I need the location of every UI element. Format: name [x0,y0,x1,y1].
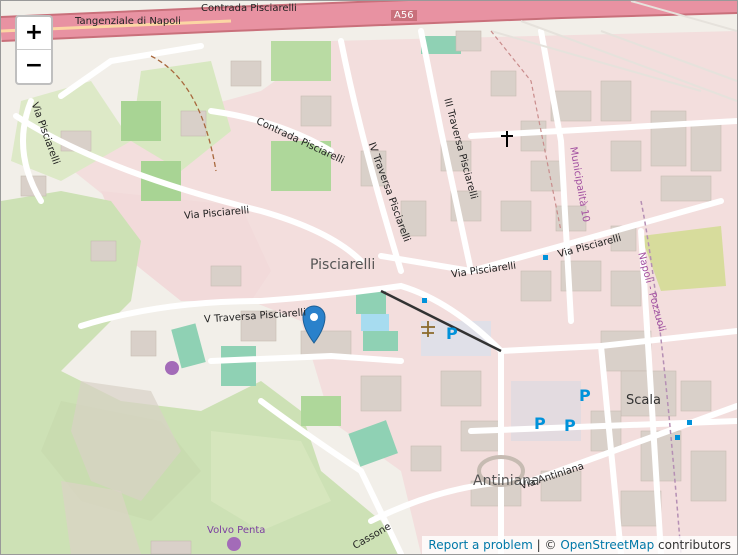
place-label: Scala [626,393,661,408]
poi-label: Volvo Penta [207,525,266,536]
map-tiles[interactable]: P P P P [1,1,737,554]
parking-icon: P [564,416,576,435]
zoom-out-button[interactable]: − [17,50,51,82]
road-label: Contrada Pisciarelli [201,3,297,14]
report-problem-link[interactable]: Report a problem [428,538,532,552]
map-view[interactable]: P P P P Tangenziale di Napoli Contrada P… [0,0,738,555]
attribution-bar: Report a problem | © OpenStreetMap contr… [422,536,737,554]
osm-link[interactable]: OpenStreetMap [560,538,654,552]
parking-icon: P [579,386,591,405]
zoom-control: + − [15,15,53,85]
place-label: Pisciarelli [310,257,376,273]
parking-icon: P [534,414,546,433]
road-label: Tangenziale di Napoli [75,16,181,27]
attribution-separator: | © [536,538,557,552]
attribution-contributors: contributors [658,538,731,552]
parking-icon: P [446,324,458,343]
highway-shield: A56 [391,10,417,21]
zoom-in-button[interactable]: + [17,17,51,50]
